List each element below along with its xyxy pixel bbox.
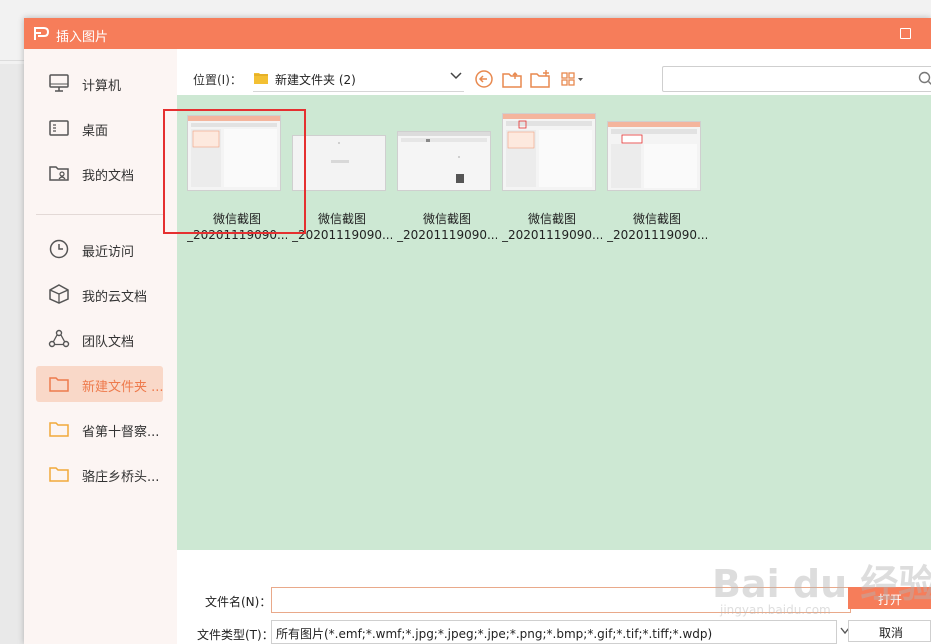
- dialog-footer: 文件名(N)： 打开 文件类型(T)： 所有图片(*.emf;*.wmf;*.j…: [177, 550, 931, 644]
- sidebar-item-label: 计算机: [82, 79, 122, 94]
- back-icon[interactable]: [473, 69, 495, 89]
- desktop-icon: [49, 120, 69, 136]
- folder-icon: [254, 73, 268, 84]
- file-name: 微信截图: [527, 212, 576, 226]
- sidebar-item-recent[interactable]: 最近访问: [36, 231, 163, 267]
- view-grid-icon[interactable]: [559, 69, 587, 89]
- highlight-annotation: [163, 109, 306, 234]
- file-name-suffix: _20201119090...: [292, 228, 392, 242]
- team-icon: [48, 329, 70, 348]
- file-thumbnail: [502, 113, 596, 191]
- dialog-titlebar: 插入图片: [24, 18, 931, 49]
- sidebar-item-team-docs[interactable]: 团队文档: [36, 321, 163, 357]
- wps-logo-icon: [34, 27, 50, 40]
- sidebar-item-folder-2[interactable]: 省第十督察...: [36, 411, 163, 447]
- search-input[interactable]: [662, 66, 931, 92]
- chevron-down-icon: [450, 72, 462, 80]
- maximize-button[interactable]: [900, 28, 911, 39]
- cancel-button-label: 取消: [879, 626, 904, 640]
- cloud-box-icon: [49, 284, 69, 304]
- insert-picture-dialog: 插入图片 计算机 桌面 我的文档 最近访问 我的云文档 团队文档 新建文件夹 .…: [24, 18, 931, 644]
- folder-icon: [49, 377, 69, 392]
- cancel-button[interactable]: 取消: [848, 620, 931, 642]
- file-name-suffix: _20201119090...: [607, 228, 707, 242]
- sidebar-item-cloud-docs[interactable]: 我的云文档: [36, 276, 163, 312]
- sidebar-item-label: 我的文档: [82, 169, 135, 184]
- sidebar-item-my-documents[interactable]: 我的文档: [36, 155, 163, 191]
- search-icon[interactable]: [918, 71, 931, 87]
- file-name-suffix: _20201119090...: [502, 228, 602, 242]
- folder-icon: [49, 467, 69, 482]
- documents-folder-icon: [49, 166, 69, 181]
- computer-icon: [49, 74, 69, 92]
- sidebar-item-folder-3[interactable]: 骆庄乡桥头...: [36, 456, 163, 492]
- up-folder-icon[interactable]: [501, 69, 523, 89]
- sidebar-item-label: 我的云文档: [82, 290, 148, 305]
- file-thumbnail: [397, 131, 491, 191]
- file-thumbnail: [292, 135, 386, 191]
- folder-icon: [49, 422, 69, 437]
- file-thumbnail: [607, 121, 701, 191]
- location-label: 位置(I)：: [193, 73, 242, 87]
- sidebar-item-label: 最近访问: [82, 245, 135, 260]
- sidebar-item-label: 新建文件夹 ...: [82, 380, 164, 395]
- filetype-label: 文件类型(T)：: [197, 628, 274, 642]
- filename-label: 文件名(N)：: [205, 595, 272, 609]
- file-name: 微信截图: [422, 212, 471, 226]
- sidebar-item-label: 桌面: [82, 124, 109, 139]
- file-name-suffix: _20201119090...: [397, 228, 497, 242]
- filetype-dropdown[interactable]: 所有图片(*.emf;*.wmf;*.jpg;*.jpeg;*.jpe;*.pn…: [271, 620, 850, 644]
- open-button[interactable]: 打开: [848, 587, 931, 609]
- file-name: 微信截图: [317, 212, 366, 226]
- filename-input[interactable]: [271, 587, 851, 613]
- sidebar-item-desktop[interactable]: 桌面: [36, 110, 163, 146]
- location-value: 新建文件夹 (2): [275, 73, 356, 87]
- sidebar: 计算机 桌面 我的文档 最近访问 我的云文档 团队文档 新建文件夹 ... 省第…: [24, 49, 178, 644]
- sidebar-item-computer[interactable]: 计算机: [36, 65, 163, 101]
- sidebar-item-label: 省第十督察...: [82, 425, 160, 440]
- dialog-title: 插入图片: [56, 30, 109, 45]
- sidebar-item-label: 团队文档: [82, 335, 135, 350]
- file-name: 微信截图: [632, 212, 681, 226]
- sidebar-item-label: 骆庄乡桥头...: [82, 470, 160, 485]
- location-dropdown[interactable]: 新建文件夹 (2): [253, 65, 464, 92]
- new-folder-icon[interactable]: [529, 69, 551, 89]
- filetype-value: 所有图片(*.emf;*.wmf;*.jpg;*.jpeg;*.jpe;*.pn…: [276, 627, 713, 641]
- sidebar-item-new-folder[interactable]: 新建文件夹 ...: [36, 366, 164, 402]
- sidebar-divider: [36, 214, 163, 215]
- open-button-label: 打开: [878, 593, 903, 607]
- clock-icon: [49, 239, 69, 259]
- location-toolbar: 位置(I)： 新建文件夹 (2): [177, 49, 931, 95]
